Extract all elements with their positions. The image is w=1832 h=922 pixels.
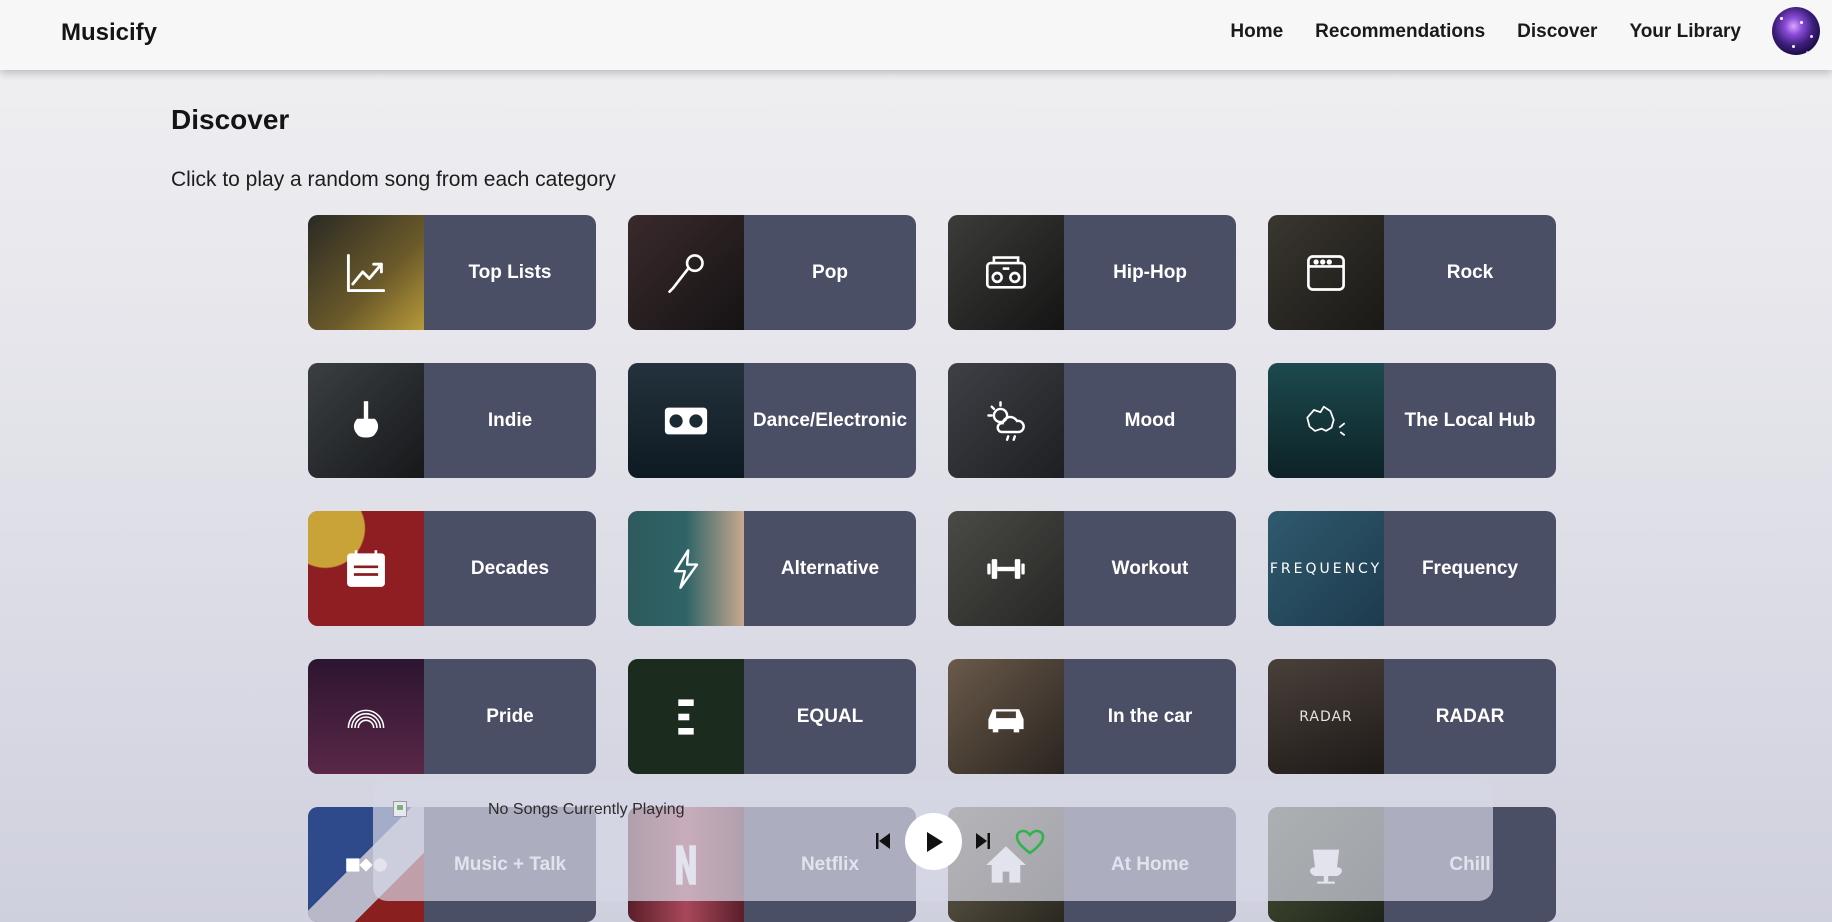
brand-logo[interactable]: Musicify [61,19,157,47]
lightning-icon [673,548,699,589]
category-image: RADAR [1268,659,1384,774]
category-label: Dance/Electronic [752,409,908,431]
category-label: Rock [1446,261,1494,283]
category-card-indie[interactable]: Indie [308,363,596,478]
category-image [628,363,744,478]
category-card-in-the-car[interactable]: In the car [948,659,1236,774]
category-image [308,363,424,478]
radar-icon: RADAR [1299,708,1353,725]
turntable-icon [664,407,708,434]
now-playing-text: No Songs Currently Playing [488,801,685,818]
category-card-hip-hop[interactable]: Hip-Hop [948,215,1236,330]
category-card-pop[interactable]: Pop [628,215,916,330]
category-image [628,215,744,330]
map-icon [1306,405,1346,436]
category-card-pride[interactable]: Pride [308,659,596,774]
frequency-icon: FREQUENCY [1269,560,1383,577]
boombox-icon [985,255,1027,289]
nav-links: Home Recommendations Discover Your Libra… [1230,0,1741,64]
top-navbar: Musicify Home Recommendations Discover Y… [0,0,1832,70]
category-card-alternative[interactable]: Alternative [628,511,916,626]
category-image [308,215,424,330]
nav-library-link[interactable]: Your Library [1629,21,1741,43]
category-image [1268,215,1384,330]
guitar-icon [353,400,379,437]
category-label: In the car [1107,705,1193,727]
nav-home-link[interactable]: Home [1230,21,1283,43]
category-image [628,659,744,774]
category-label: Indie [487,409,533,431]
category-card-top-lists[interactable]: Top Lists [308,215,596,330]
music-player-bar: No Songs Currently Playing [373,781,1493,901]
category-label: EQUAL [796,705,864,727]
category-card-mood[interactable]: Mood [948,363,1236,478]
car-icon [988,708,1024,732]
weather-mood-icon [987,400,1025,441]
chart-line-icon [346,253,386,292]
page-subtitle: Click to play a random song from each ca… [171,168,616,191]
page-title: Discover [171,104,290,135]
calendar-icon [347,549,385,587]
category-label: Mood [1124,409,1176,431]
category-label: Top Lists [468,261,552,283]
category-image [628,511,744,626]
category-label: Decades [470,557,550,579]
category-card-workout[interactable]: Workout [948,511,1236,626]
user-avatar[interactable] [1772,7,1820,55]
category-label: Workout [1111,557,1189,579]
category-image [948,511,1064,626]
like-button[interactable] [1015,829,1045,855]
microphone-icon [668,253,704,293]
previous-track-button[interactable] [873,829,893,853]
heart-icon [1015,829,1045,855]
play-icon [926,831,943,852]
category-label: Frequency [1421,557,1519,579]
category-image [948,659,1064,774]
amplifier-icon [1307,254,1345,291]
category-card-local-hub[interactable]: The Local Hub [1268,363,1556,478]
nav-recommendations-link[interactable]: Recommendations [1315,21,1485,43]
equal-icon [678,698,694,735]
category-card-frequency[interactable]: FREQUENCY Frequency [1268,511,1556,626]
category-image [948,215,1064,330]
category-label: Alternative [780,557,880,579]
nav-discover-link[interactable]: Discover [1517,21,1597,43]
next-track-button[interactable] [973,829,993,853]
category-card-rock[interactable]: Rock [1268,215,1556,330]
category-label: Pride [486,705,534,727]
category-label: The Local Hub [1404,409,1536,431]
album-art-broken-image-icon [393,801,407,817]
category-image [1268,363,1384,478]
category-image [308,659,424,774]
category-card-radar[interactable]: RADAR RADAR [1268,659,1556,774]
category-card-decades[interactable]: Decades [308,511,596,626]
category-image [948,363,1064,478]
skip-previous-icon [876,833,890,849]
category-image [308,511,424,626]
rainbow-icon [347,709,385,728]
skip-next-icon [976,833,990,849]
category-label: Hip-Hop [1113,261,1187,283]
category-label: Pop [812,261,848,283]
dumbbell-icon [987,558,1025,579]
category-image: FREQUENCY [1268,511,1384,626]
category-card-equal[interactable]: EQUAL [628,659,916,774]
category-label: RADAR [1435,705,1505,727]
category-card-dance-electronic[interactable]: Dance/Electronic [628,363,916,478]
play-button[interactable] [905,813,962,870]
